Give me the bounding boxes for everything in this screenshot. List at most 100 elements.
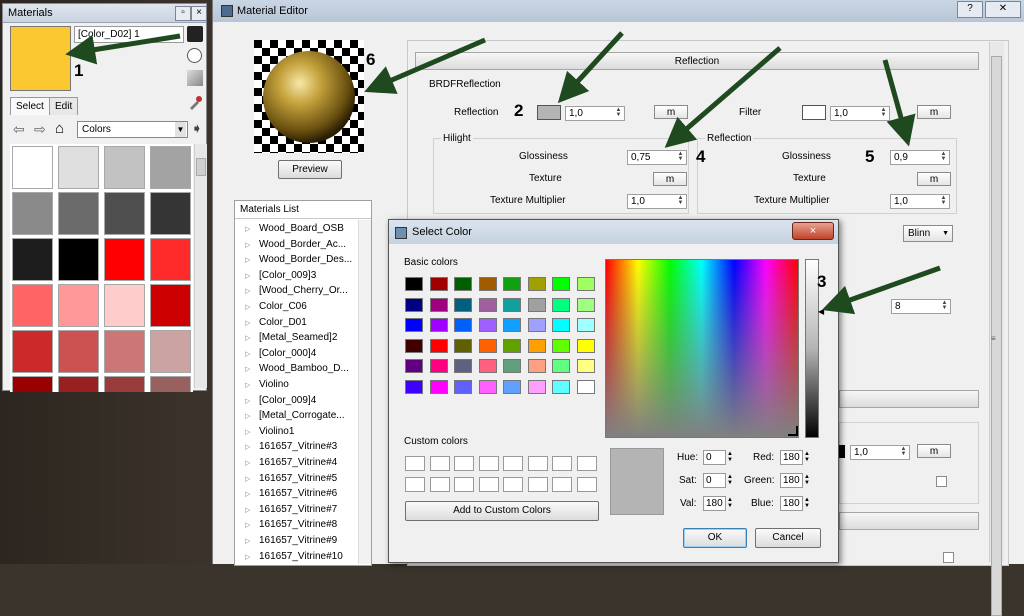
home-icon[interactable]: ⌂ [55, 120, 64, 137]
custom-color-swatch[interactable] [527, 456, 548, 471]
basic-color-swatch[interactable] [478, 379, 497, 394]
expand-arrow-icon[interactable]: ▷ [245, 506, 250, 514]
list-item[interactable]: ▷ [Wood_Cherry_Or... [245, 285, 348, 296]
filter-amount-input[interactable]: 1,0 ▲ ▼ [830, 106, 890, 121]
basic-color-swatch[interactable] [454, 338, 472, 353]
color-swatch[interactable] [58, 238, 99, 281]
expand-arrow-icon[interactable]: ▷ [245, 256, 250, 264]
basic-color-swatch[interactable] [405, 379, 423, 394]
basic-color-swatch[interactable] [454, 318, 472, 332]
material-name-field[interactable]: [Color_D02] 1 [74, 26, 184, 43]
basic-color-swatch[interactable] [429, 318, 448, 332]
list-item[interactable]: ▷ 161657_Vitrine#5 [245, 473, 337, 484]
list-item[interactable]: ▷ [Color_009]4 [245, 395, 316, 406]
spinner-icon[interactable]: ▲ ▼ [939, 195, 948, 207]
custom-color-swatch[interactable] [503, 456, 523, 471]
subdivs-input[interactable]: 8 ▲ ▼ [891, 299, 951, 314]
custom-color-swatch[interactable] [454, 477, 474, 492]
hilight-glossiness-input[interactable]: 0,75 ▲ ▼ [627, 150, 687, 165]
list-item[interactable]: ▷ Wood_Bamboo_D... [245, 363, 349, 374]
basic-color-swatch[interactable] [552, 338, 570, 353]
close-icon[interactable]: ✕ [985, 1, 1021, 18]
custom-color-swatch[interactable] [552, 456, 572, 471]
color-swatch[interactable] [58, 330, 99, 373]
expand-arrow-icon[interactable]: ▷ [245, 459, 250, 467]
reflection-color-swatch[interactable] [537, 105, 561, 120]
basic-color-swatch[interactable] [576, 359, 595, 373]
list-item[interactable]: ▷ Violino [245, 379, 289, 390]
library-select[interactable]: Colors ▼ [77, 121, 188, 138]
expand-arrow-icon[interactable]: ▷ [245, 553, 250, 561]
list-item[interactable]: ▷ [Color_009]3 [245, 270, 316, 281]
tab-select[interactable]: Select [10, 97, 50, 115]
custom-color-swatch[interactable] [527, 477, 548, 492]
basic-color-swatch[interactable] [527, 379, 546, 394]
brdf-type-select[interactable]: Blinn ▼ [903, 225, 953, 242]
spinner-icon[interactable]: ▲ ▼ [676, 195, 685, 207]
green-input[interactable]: 180 [780, 473, 803, 488]
list-item[interactable]: ▷ Wood_Board_OSB [245, 223, 344, 234]
color-swatch[interactable] [104, 330, 145, 373]
minimize-icon[interactable]: ▫ [175, 6, 191, 21]
color-swatch[interactable] [12, 330, 53, 373]
ok-button[interactable]: OK [683, 528, 747, 548]
spinner-icon[interactable]: ▲ ▼ [939, 151, 948, 163]
spinner-icon[interactable]: ▲ ▼ [940, 300, 949, 312]
spinner-icon[interactable]: ▲ ▼ [727, 474, 733, 486]
expand-arrow-icon[interactable]: ▷ [245, 334, 250, 342]
expand-arrow-icon[interactable]: ▷ [245, 272, 250, 280]
basic-color-swatch[interactable] [478, 297, 497, 312]
spinner-icon[interactable]: ▲ ▼ [899, 446, 908, 458]
scrollbar-thumb[interactable] [196, 158, 206, 176]
basic-color-swatch[interactable] [527, 297, 546, 312]
basic-color-swatch[interactable] [405, 297, 423, 312]
basic-color-swatch[interactable] [429, 338, 448, 353]
hilight-texture-map-button[interactable]: m [653, 172, 687, 186]
default-material-icon[interactable] [187, 70, 203, 86]
expand-arrow-icon[interactable]: ▷ [245, 303, 250, 311]
close-icon[interactable]: × [191, 6, 207, 21]
spinner-icon[interactable]: ▲ ▼ [804, 451, 810, 463]
filter-color-swatch[interactable] [802, 105, 826, 120]
expand-arrow-icon[interactable]: ▷ [245, 428, 250, 436]
basic-color-swatch[interactable] [503, 379, 521, 394]
list-item[interactable]: ▷ Wood_Border_Des... [245, 254, 352, 265]
hilight-texture-multiplier-input[interactable]: 1,0 ▲ ▼ [627, 194, 687, 209]
color-swatch[interactable] [150, 330, 191, 373]
basic-color-swatch[interactable] [503, 297, 521, 312]
list-item[interactable]: ▷ Color_C06 [245, 301, 307, 312]
basic-color-swatch[interactable] [552, 359, 570, 373]
basic-color-swatch[interactable] [527, 318, 546, 332]
basic-color-swatch[interactable] [454, 297, 472, 312]
filter-map-button[interactable]: m [917, 105, 951, 119]
list-item[interactable]: ▷ 161657_Vitrine#3 [245, 441, 337, 452]
basic-color-swatch[interactable] [527, 277, 546, 291]
preview-button[interactable]: Preview [278, 160, 342, 179]
color-swatch[interactable] [12, 284, 53, 327]
basic-color-swatch[interactable] [478, 277, 497, 291]
help-button[interactable]: ? [957, 1, 983, 18]
basic-color-swatch[interactable] [429, 359, 448, 373]
color-swatch[interactable] [58, 192, 99, 235]
expand-arrow-icon[interactable]: ▷ [245, 319, 250, 327]
bottom-checkbox[interactable] [943, 552, 954, 563]
basic-color-swatch[interactable] [552, 277, 570, 291]
custom-color-swatch[interactable] [576, 477, 597, 492]
spectrum-crosshair[interactable] [788, 426, 798, 436]
reflection-glossiness-input[interactable]: 0,9 ▲ ▼ [890, 150, 950, 165]
list-item[interactable]: ▷ 161657_Vitrine#6 [245, 488, 337, 499]
tab-edit[interactable]: Edit [49, 97, 79, 115]
expand-arrow-icon[interactable]: ▷ [245, 381, 250, 389]
custom-color-swatch[interactable] [552, 477, 572, 492]
expand-arrow-icon[interactable]: ▷ [245, 537, 250, 545]
custom-color-swatch[interactable] [429, 456, 450, 471]
red-input[interactable]: 180 [780, 450, 803, 465]
basic-color-swatch[interactable] [405, 277, 423, 291]
expand-arrow-icon[interactable]: ▷ [245, 475, 250, 483]
val-input[interactable]: 180 [703, 496, 726, 511]
spinner-icon[interactable]: ▲ ▼ [614, 107, 623, 119]
custom-color-swatch[interactable] [478, 477, 499, 492]
custom-color-swatch[interactable] [429, 477, 450, 492]
basic-color-swatch[interactable] [552, 379, 570, 394]
expand-arrow-icon[interactable]: ▷ [245, 225, 250, 233]
